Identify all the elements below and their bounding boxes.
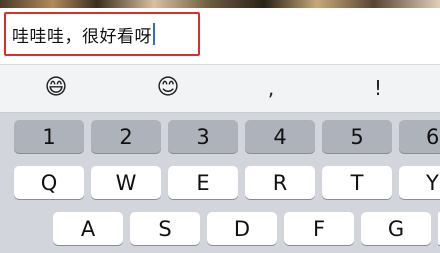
keyboard: 😄 😊 , ! 1 2 3 4 5 6 Q W E R T Y A S D F …: [0, 65, 440, 253]
key-r[interactable]: R: [245, 166, 315, 199]
message-input-bar: 哇哇哇，很好看呀: [0, 8, 440, 65]
message-text-field[interactable]: 哇哇哇，很好看呀: [4, 12, 200, 56]
key-d[interactable]: D: [207, 212, 277, 245]
key-a[interactable]: A: [53, 212, 123, 245]
message-text: 哇哇哇，很好看呀: [12, 26, 152, 47]
key-f[interactable]: F: [284, 212, 354, 245]
key-3[interactable]: 3: [168, 120, 238, 153]
key-5[interactable]: 5: [322, 120, 392, 153]
background-photo-strip: [0, 0, 440, 8]
text-caret: [153, 23, 155, 45]
key-w[interactable]: W: [91, 166, 161, 199]
key-2[interactable]: 2: [91, 120, 161, 153]
key-g[interactable]: G: [361, 212, 431, 245]
candidate-comma[interactable]: ,: [251, 73, 291, 103]
key-y[interactable]: Y: [399, 166, 440, 199]
key-4[interactable]: 4: [245, 120, 315, 153]
key-s[interactable]: S: [130, 212, 200, 245]
key-t[interactable]: T: [322, 166, 392, 199]
candidate-grinning-face-icon[interactable]: 😄: [36, 73, 76, 103]
key-e[interactable]: E: [168, 166, 238, 199]
key-1[interactable]: 1: [14, 120, 84, 153]
candidate-smiling-face-icon[interactable]: 😊: [148, 73, 188, 103]
key-q[interactable]: Q: [14, 166, 84, 199]
candidate-bar: 😄 😊 , !: [0, 65, 440, 113]
key-6[interactable]: 6: [399, 120, 440, 153]
candidate-exclamation[interactable]: !: [358, 73, 398, 103]
